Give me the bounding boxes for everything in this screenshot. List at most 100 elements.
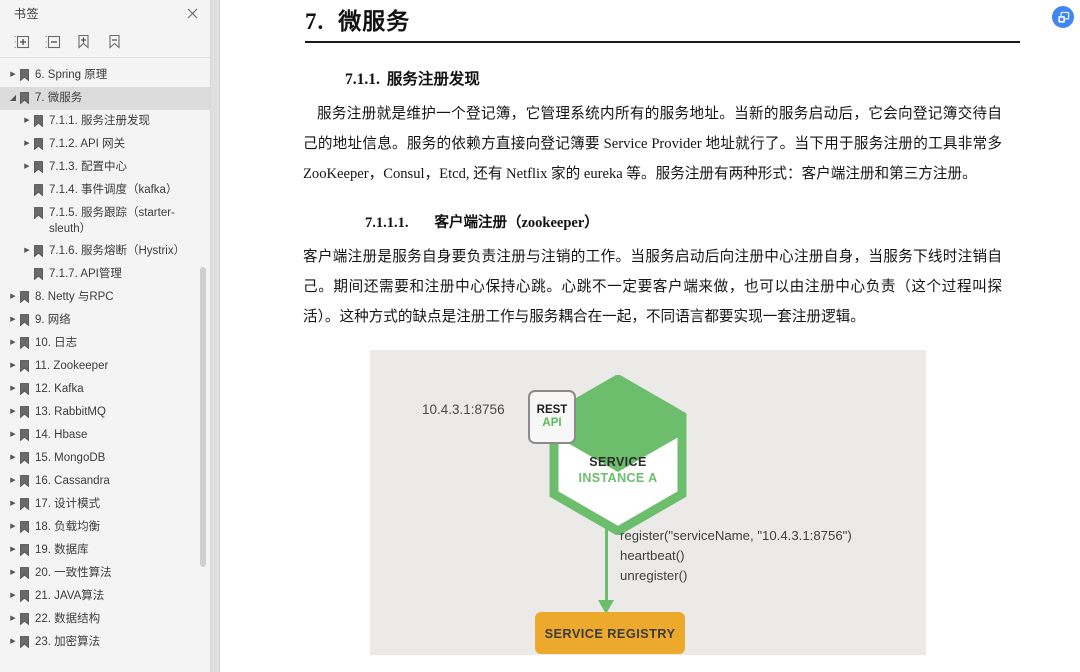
bookmark-tree[interactable]: ▶6. Spring 原理◢7. 微服务 ▶ 7.1.1. 服务注册发现 ▶7.1.2… (0, 62, 210, 672)
heading-1-number: 7. (305, 9, 324, 34)
bookmark-icon (32, 113, 45, 129)
bookmark-item[interactable]: ▶7.1.4. 事件调度（kafka） (0, 179, 210, 202)
heading-4-number: 7.1.1.1. (365, 215, 409, 231)
bookmark-glyph (20, 475, 29, 487)
chevron-right-icon[interactable]: ▶ (8, 289, 18, 305)
chevron-right-icon[interactable]: ▶ (8, 565, 18, 581)
bookmark-item[interactable]: ▶6. Spring 原理 (0, 64, 210, 87)
close-icon[interactable] (184, 5, 200, 21)
bookmark-item-label: 21. JAVA算法 (35, 588, 194, 604)
bookmark-glyph (20, 291, 29, 303)
bookmark-item[interactable]: ▶ 13. RabbitMQ (0, 401, 210, 424)
bookmark-item[interactable]: ▶7.1.7. API管理 (0, 263, 210, 286)
bookmark-item[interactable]: ▶7.1.5. 服务跟踪（starter-sleuth） (0, 202, 210, 240)
close-glyph (187, 8, 198, 19)
screenshot-tool-icon[interactable] (1052, 6, 1074, 28)
bookmark-item[interactable]: ▶7.1.3. 配置中心 (0, 156, 210, 179)
chevron-right-icon[interactable]: ▶ (8, 312, 18, 328)
collapse-all-icon[interactable] (43, 32, 62, 51)
bookmark-item[interactable]: ▶8. Netty 与RPC (0, 286, 210, 309)
bookmark-item-label: 15. MongoDB (35, 450, 194, 466)
bookmark-glyph (20, 383, 29, 395)
bookmark-glyph (34, 207, 43, 219)
chevron-right-icon[interactable]: ▶ (22, 136, 32, 152)
bookmark-item[interactable]: ▶7.1.2. API 网关 (0, 133, 210, 156)
service-label-line-1: SERVICE (548, 455, 688, 469)
rest-api-badge: REST API (528, 390, 576, 444)
expand-all-icon[interactable] (12, 32, 31, 51)
bookmark-icon (18, 381, 31, 397)
bookmark-icon[interactable] (105, 32, 124, 51)
bookmark-glyph (20, 521, 29, 533)
bookmark-item[interactable]: ▶ 23. 加密算法 (0, 631, 210, 654)
bookmark-item[interactable]: ▶10. 日志 (0, 332, 210, 355)
page-gutter (211, 0, 220, 672)
bookmark-item-label: 23. 加密算法 (35, 634, 194, 650)
chevron-right-icon[interactable]: ▶ (8, 67, 18, 83)
bookmark-item[interactable]: ▶ 7.1.1. 服务注册发现 (0, 110, 210, 133)
bookmark-item[interactable]: ▶ 7.1.6. 服务熔断（Hystrix） (0, 240, 210, 263)
bookmark-item[interactable]: ▶ 14. Hbase (0, 424, 210, 447)
bookmark-icon (18, 427, 31, 443)
bookmark-item-label: 7.1.4. 事件调度（kafka） (49, 182, 194, 198)
chevron-right-icon[interactable]: ▶ (22, 113, 32, 129)
chevron-right-icon[interactable]: ▶ (8, 611, 18, 627)
bookmark-icon (18, 312, 31, 328)
bookmark-item-label: 13. RabbitMQ (35, 404, 194, 420)
bookmark-item[interactable]: ◢7. 微服务 (0, 87, 210, 110)
bookmark-item-label: 7.1.6. 服务熔断（Hystrix） (49, 243, 194, 259)
bookmark-item[interactable]: ▶ 9. 网络 (0, 309, 210, 332)
rest-api-line-2: API (542, 417, 561, 430)
bookmark-glyph (20, 590, 29, 602)
chevron-right-icon[interactable]: ▶ (22, 159, 32, 175)
chevron-right-icon[interactable]: ▶ (8, 634, 18, 650)
bookmark-item[interactable]: ▶18. 负载均衡 (0, 516, 210, 539)
heading-level-4: 7.1.1.1. 客户端注册（zookeeper） (220, 189, 1080, 232)
bookmark-item[interactable]: ▶ 15. MongoDB (0, 447, 210, 470)
chevron-right-icon[interactable]: ▶ (8, 542, 18, 558)
chevron-right-icon[interactable]: ▶ (8, 519, 18, 535)
bookmark-icon (32, 182, 45, 198)
chevron-right-icon[interactable]: ▶ (8, 588, 18, 604)
chevron-right-icon[interactable]: ▶ (8, 381, 18, 397)
service-label-line-2: INSTANCE A (548, 471, 688, 485)
bookmark-glyph (20, 452, 29, 464)
bookmark-item[interactable]: ▶19. 数据库 (0, 539, 210, 562)
bookmark-item[interactable]: ▶17. 设计模式 (0, 493, 210, 516)
document-viewer[interactable]: 7.微服务 7.1.1.服务注册发现 服务注册就是维护一个登记簿，它管理系统内所… (220, 0, 1080, 672)
bookmark-glyph (20, 498, 29, 510)
chevron-right-icon[interactable]: ▶ (22, 243, 32, 259)
bookmark-glyph (20, 314, 29, 326)
bookmark-item-label: 12. Kafka (35, 381, 194, 397)
bookmark-item[interactable]: ▶22. 数据结构 (0, 608, 210, 631)
chevron-right-icon[interactable]: ▶ (8, 450, 18, 466)
screenshot-glyph (1057, 11, 1070, 24)
bookmark-item[interactable]: ▶ 12. Kafka (0, 378, 210, 401)
bookmark-item[interactable]: ▶20. 一致性算法 (0, 562, 210, 585)
chevron-down-icon[interactable]: ◢ (8, 90, 18, 106)
bookmark-glyph (20, 429, 29, 441)
chevron-right-icon[interactable]: ▶ (8, 427, 18, 443)
chevron-right-icon[interactable]: ▶ (8, 496, 18, 512)
bookmark-item-label: 9. 网络 (35, 312, 194, 328)
add-bookmark-icon[interactable] (74, 32, 93, 51)
sidebar-header: 书签 (0, 0, 210, 27)
heading-4-text: 客户端注册（zookeeper） (435, 215, 599, 231)
chevron-right-icon[interactable]: ▶ (8, 473, 18, 489)
heading-1-text: 微服务 (338, 9, 410, 34)
chevron-right-icon[interactable]: ▶ (8, 335, 18, 351)
bookmark-glyph (20, 337, 29, 349)
bookmark-item[interactable]: ▶11. Zookeeper (0, 355, 210, 378)
bookmark-icon (18, 496, 31, 512)
bookmark-glyph (106, 33, 123, 50)
bookmark-glyph (20, 92, 29, 104)
chevron-right-icon[interactable]: ▶ (8, 404, 18, 420)
bookmark-icon (18, 611, 31, 627)
bookmark-item[interactable]: ▶16. Cassandra (0, 470, 210, 493)
bookmark-item-label: 14. Hbase (35, 427, 194, 443)
bookmark-item[interactable]: ▶ 21. JAVA算法 (0, 585, 210, 608)
bookmark-icon (32, 266, 45, 282)
bookmark-glyph (20, 360, 29, 372)
chevron-right-icon[interactable]: ▶ (8, 358, 18, 374)
bookmark-item-label: 7.1.1. 服务注册发现 (49, 113, 194, 129)
